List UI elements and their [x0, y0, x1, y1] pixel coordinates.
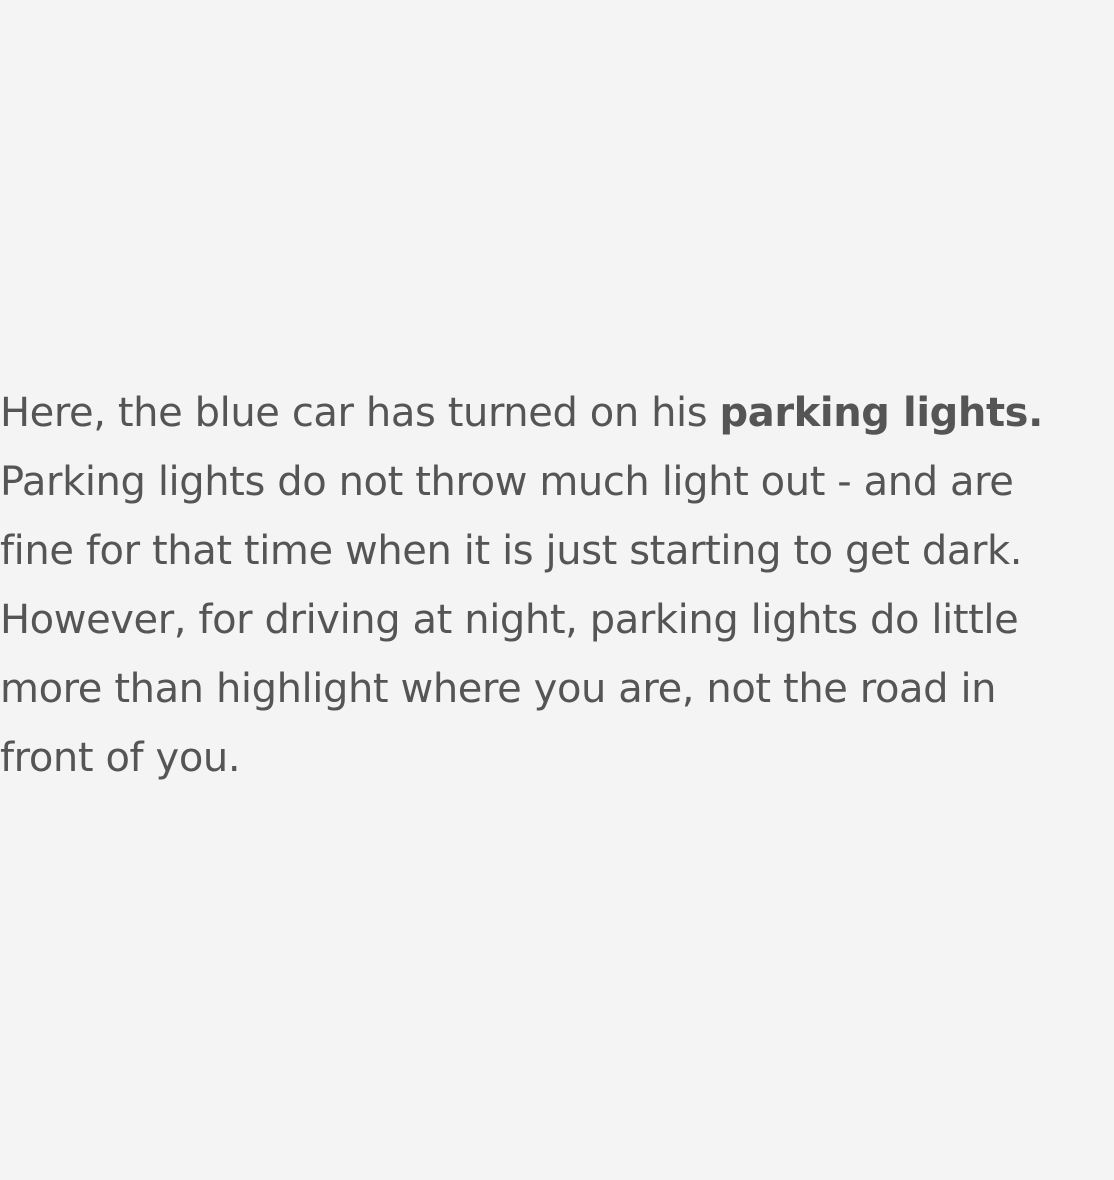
body-paragraph: Here, the blue car has turned on his par…	[0, 379, 1114, 793]
parking-lights-emphasis: parking lights.	[719, 390, 1044, 436]
paragraph-line-1-text: Here, the blue car has turned on his	[0, 390, 720, 436]
paragraph-line-5: more than highlight where you are, not t…	[0, 666, 997, 712]
paragraph-line-2: Parking lights do not throw much light o…	[0, 459, 1014, 505]
paragraph-line-6: front of you.	[0, 735, 241, 781]
paragraph-line-1: Here, the blue car has turned on his par…	[0, 379, 1114, 448]
paragraph-line-3: fine for that time when it is just start…	[0, 528, 1023, 574]
paragraph-line-4: However, for driving at night, parking l…	[0, 597, 1019, 643]
content-block: Here, the blue car has turned on his par…	[0, 379, 1114, 793]
